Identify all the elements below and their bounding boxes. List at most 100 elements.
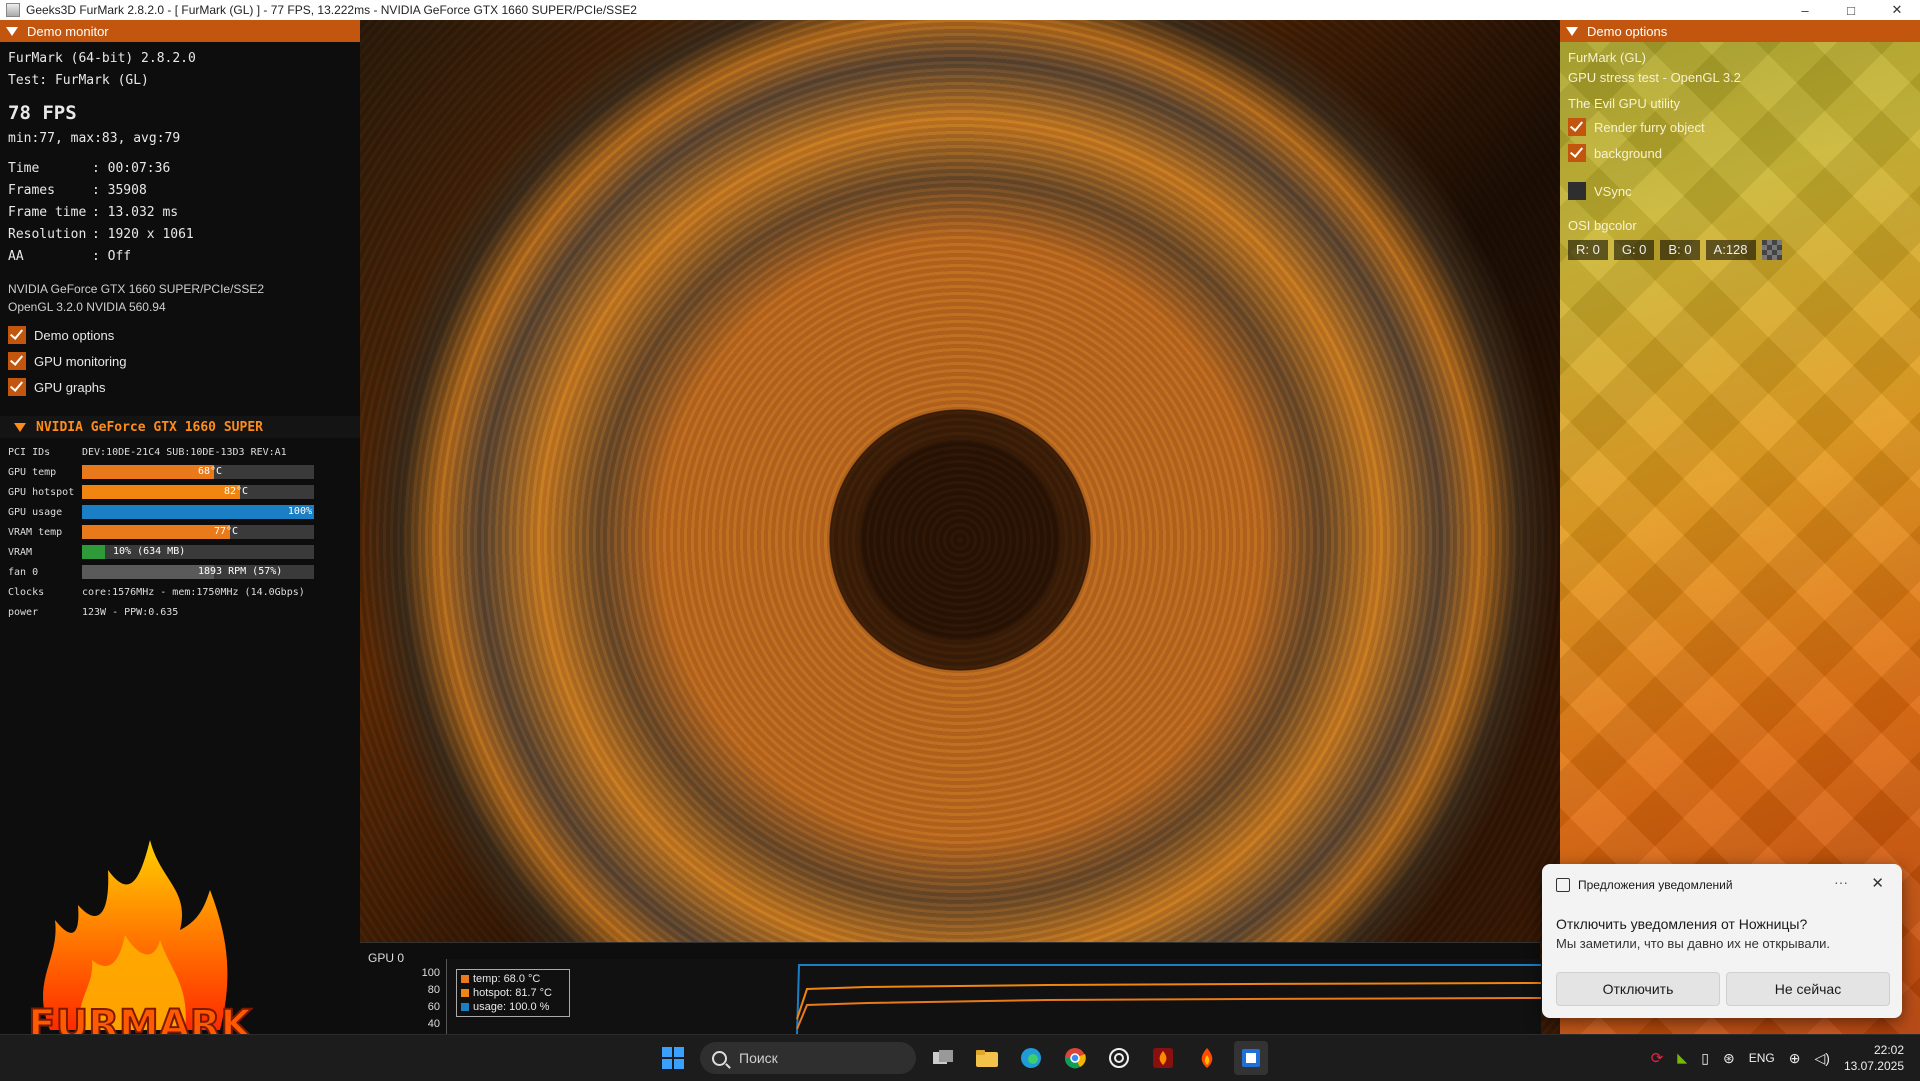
render-furry-checkbox[interactable]: Render furry object bbox=[1568, 114, 1912, 140]
furmark-app-icon[interactable] bbox=[1146, 1041, 1180, 1075]
g-input[interactable]: G: 0 bbox=[1613, 240, 1655, 260]
task-view-icon[interactable] bbox=[926, 1041, 960, 1075]
gpu-metric-row: GPU temp 68°C bbox=[8, 462, 352, 482]
file-explorer-icon[interactable] bbox=[970, 1041, 1004, 1075]
color-swatch[interactable] bbox=[1761, 240, 1782, 260]
stat-row: Resolution: 1920 x 1061 bbox=[8, 227, 194, 242]
maximize-button[interactable]: □ bbox=[1828, 0, 1874, 20]
legend-swatch bbox=[461, 989, 469, 997]
fur-texture bbox=[360, 20, 1560, 1034]
toast-header: Предложения уведомлений bbox=[1556, 878, 1733, 892]
graph-title: GPU 0 bbox=[368, 951, 405, 965]
edge-browser-icon[interactable] bbox=[1014, 1041, 1048, 1075]
demo-options-checkbox[interactable]: Demo options bbox=[8, 322, 352, 348]
metric-bar-fill bbox=[82, 525, 230, 539]
notification-icon bbox=[1556, 878, 1570, 892]
start-icon[interactable] bbox=[656, 1041, 690, 1075]
temp-line bbox=[796, 997, 1542, 1030]
panel-toggles: Demo options GPU monitoring GPU graphs bbox=[0, 316, 360, 406]
fps-stats: min:77, max:83, avg:79 bbox=[8, 131, 181, 146]
vsync-checkbox[interactable]: VSync bbox=[1568, 178, 1912, 204]
metric-label: VRAM temp bbox=[8, 526, 63, 538]
furmark-logo-icon: FURMARK bbox=[27, 840, 255, 1049]
search-icon bbox=[712, 1050, 727, 1066]
app-icon bbox=[6, 3, 20, 17]
checkmark-icon bbox=[8, 326, 26, 344]
system-tray: ⟳ ◣ ▯ ⊛ ENG ⊕ ◁) 22:02 13.07.2025 bbox=[1651, 1035, 1904, 1081]
demo-monitor-title: Demo monitor bbox=[27, 23, 109, 39]
demo-options-body: FurMark (GL) GPU stress test - OpenGL 3.… bbox=[1560, 42, 1920, 266]
collapse-triangle-icon bbox=[14, 422, 26, 432]
fps-value: 78 FPS bbox=[8, 102, 77, 124]
gpu-metric-row: GPU usage 100% bbox=[8, 502, 352, 522]
legend-item: temp: 68.0 °C bbox=[461, 972, 565, 986]
network-icon[interactable]: ⊕ bbox=[1789, 1050, 1801, 1067]
gpu-metric-row: GPU hotspot 82°C bbox=[8, 482, 352, 502]
demo-options-title: Demo options bbox=[1587, 23, 1668, 39]
checkbox-empty-icon bbox=[1568, 182, 1586, 200]
clock[interactable]: 22:02 13.07.2025 bbox=[1844, 1042, 1904, 1074]
graph-lines bbox=[796, 964, 1542, 1036]
furmark-flame-icon[interactable] bbox=[1190, 1041, 1224, 1075]
app-version: FurMark (64-bit) 2.8.2.0 bbox=[8, 51, 196, 66]
nvidia-icon[interactable]: ◣ bbox=[1677, 1050, 1687, 1066]
demo-monitor-panel: Demo monitor FurMark (64-bit) 2.8.2.0 Te… bbox=[0, 20, 360, 1049]
language-indicator[interactable]: ENG bbox=[1749, 1051, 1775, 1065]
gpu-section-header[interactable]: NVIDIA GeForce GTX 1660 SUPER bbox=[0, 416, 360, 438]
gpu-graphs-checkbox[interactable]: GPU graphs bbox=[8, 374, 352, 400]
gpu-metric-row: fan 0 1893 RPM (57%) bbox=[8, 562, 352, 582]
bgcolor-picker: R: 0 G: 0 B: 0 A:128 bbox=[1568, 240, 1912, 260]
y-tick-label: 80 bbox=[427, 984, 440, 996]
render-viewport bbox=[360, 20, 1560, 1034]
stat-row: Frame time: 13.032 ms bbox=[8, 205, 179, 220]
chatgpt-icon[interactable] bbox=[1102, 1041, 1136, 1075]
y-tick-label: 100 bbox=[421, 967, 440, 979]
close-button[interactable]: ✕ bbox=[1874, 0, 1920, 20]
demo-subtitle: The Evil GPU utility bbox=[1568, 96, 1680, 111]
metric-value: 82°C bbox=[224, 486, 249, 497]
gpu-name: NVIDIA GeForce GTX 1660 SUPER bbox=[36, 419, 263, 435]
search-input[interactable]: Поиск bbox=[700, 1042, 916, 1074]
more-options-icon[interactable]: ··· bbox=[1834, 874, 1848, 890]
gpu-metric-row: VRAM 10% (634 MB) bbox=[8, 542, 352, 562]
a-input[interactable]: A:128 bbox=[1705, 240, 1756, 260]
metric-bar: 68°C bbox=[82, 465, 314, 479]
demo-monitor-header[interactable]: Demo monitor bbox=[0, 20, 360, 42]
stat-row: Time: 00:07:36 bbox=[8, 161, 171, 176]
gpu-monitor-table: PCI IDs DEV:10DE-21C4 SUB:10DE-13D3 REV:… bbox=[0, 438, 360, 626]
volume-icon[interactable]: ◁) bbox=[1815, 1050, 1830, 1067]
checkmark-icon bbox=[1568, 144, 1586, 162]
chrome-browser-icon[interactable] bbox=[1058, 1041, 1092, 1075]
collapse-triangle-icon bbox=[1566, 26, 1578, 36]
checkmark-icon bbox=[8, 378, 26, 396]
pci-row: PCI IDs DEV:10DE-21C4 SUB:10DE-13D3 REV:… bbox=[8, 446, 287, 458]
demo-info: FurMark (64-bit) 2.8.2.0 Test: FurMark (… bbox=[0, 42, 360, 274]
checkmark-icon bbox=[8, 352, 26, 370]
metric-value: 10% (634 MB) bbox=[113, 546, 186, 557]
background-checkbox[interactable]: background bbox=[1568, 140, 1912, 166]
demo-options-header[interactable]: Demo options bbox=[1560, 20, 1920, 42]
checkbox-label: GPU graphs bbox=[34, 379, 106, 395]
disable-button[interactable]: Отключить bbox=[1556, 972, 1720, 1006]
stat-row: AA: Off bbox=[8, 249, 132, 264]
antivirus-icon[interactable]: ⊛ bbox=[1723, 1050, 1735, 1067]
power-row: power 123W - PPW:0.635 bbox=[8, 606, 179, 618]
snipping-tool-icon[interactable] bbox=[1234, 1041, 1268, 1075]
usb-icon[interactable]: ▯ bbox=[1701, 1050, 1709, 1067]
gpu-monitoring-checkbox[interactable]: GPU monitoring bbox=[8, 348, 352, 374]
close-icon[interactable]: ✕ bbox=[1871, 874, 1884, 892]
metric-label: GPU temp bbox=[8, 466, 57, 478]
metric-bar: 10% (634 MB) bbox=[82, 545, 314, 559]
checkbox-label: Demo options bbox=[34, 327, 115, 343]
gpu-metric-row: VRAM temp 77°C bbox=[8, 522, 352, 542]
not-now-button[interactable]: Не сейчас bbox=[1726, 972, 1890, 1006]
sync-icon[interactable]: ⟳ bbox=[1651, 1049, 1664, 1067]
r-input[interactable]: R: 0 bbox=[1568, 240, 1608, 260]
graph-plot-area bbox=[446, 959, 1542, 1036]
b-input[interactable]: B: 0 bbox=[1660, 240, 1700, 260]
minimize-button[interactable]: – bbox=[1782, 0, 1828, 20]
taskbar: Поиск ⟳ ◣ ▯ ⊛ ENG ⊕ ◁) 22:02 13.07.2025 bbox=[0, 1034, 1920, 1081]
toast-detail: Мы заметили, что вы давно их не открывал… bbox=[1556, 936, 1831, 951]
collapse-triangle-icon bbox=[6, 26, 18, 36]
legend-swatch bbox=[461, 1003, 469, 1011]
